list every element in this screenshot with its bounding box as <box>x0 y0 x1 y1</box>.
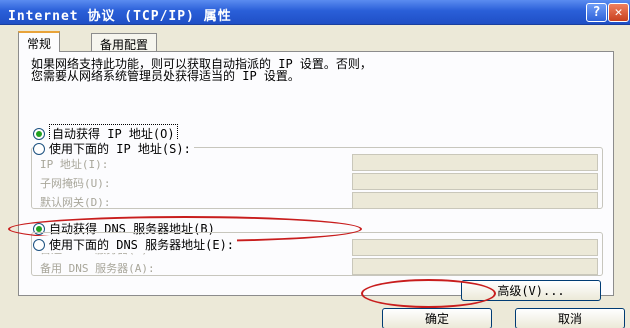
ok-button[interactable]: 确定 <box>382 308 492 328</box>
close-button[interactable]: ✕ <box>608 3 629 22</box>
ip-address-field[interactable] <box>352 154 598 171</box>
radio-manual-ip[interactable]: 使用下面的 IP 地址(S): <box>33 140 194 157</box>
help-button[interactable]: ? <box>586 3 607 22</box>
subnet-mask-label: 子网掩码(U): <box>40 177 111 190</box>
manual-ip-label: 使用下面的 IP 地址(S): <box>49 142 191 156</box>
question-icon: ? <box>592 5 601 20</box>
advanced-button[interactable]: 高级(V)... <box>461 280 601 301</box>
radio-button-icon[interactable] <box>33 238 45 251</box>
manual-dns-label: 使用下面的 DNS 服务器地址(E): <box>49 238 235 252</box>
ip-address-label: IP 地址(I): <box>40 158 109 171</box>
dialog-body: 常规 备用配置 如果网络支持此功能，则可以获取自动指派的 IP 设置。否则， 您… <box>0 25 630 328</box>
default-gateway-field[interactable] <box>352 192 598 209</box>
default-gateway-row: 默认网关(D): <box>32 192 602 210</box>
close-icon: ✕ <box>614 5 623 20</box>
default-gateway-label: 默认网关(D): <box>40 196 111 209</box>
intro-line-2: 您需要从网络系统管理员处获得适当的 IP 设置。 <box>31 69 300 83</box>
title-bar: Internet 协议 (TCP/IP) 属性 ? ✕ <box>0 0 630 25</box>
alternate-dns-label: 备用 DNS 服务器(A): <box>40 262 155 275</box>
tab-general[interactable]: 常规 <box>18 31 61 52</box>
radio-button-icon[interactable] <box>33 127 45 140</box>
alternate-dns-field[interactable] <box>352 258 598 275</box>
alternate-dns-row: 备用 DNS 服务器(A): <box>32 258 602 276</box>
intro-text: 如果网络支持此功能，则可以获取自动指派的 IP 设置。否则， 您需要从网络系统管… <box>31 58 372 82</box>
window-title: Internet 协议 (TCP/IP) 属性 <box>8 9 232 24</box>
subnet-mask-row: 子网掩码(U): <box>32 173 602 191</box>
tab-alternate-config[interactable]: 备用配置 <box>91 33 158 52</box>
tab-content: 如果网络支持此功能，则可以获取自动指派的 IP 设置。否则， 您需要从网络系统管… <box>18 51 614 301</box>
cancel-button[interactable]: 取消 <box>515 308 625 328</box>
subnet-mask-field[interactable] <box>352 173 598 190</box>
radio-button-icon[interactable] <box>33 142 45 155</box>
preferred-dns-field[interactable] <box>352 239 598 256</box>
radio-manual-dns[interactable]: 使用下面的 DNS 服务器地址(E): <box>33 236 238 253</box>
